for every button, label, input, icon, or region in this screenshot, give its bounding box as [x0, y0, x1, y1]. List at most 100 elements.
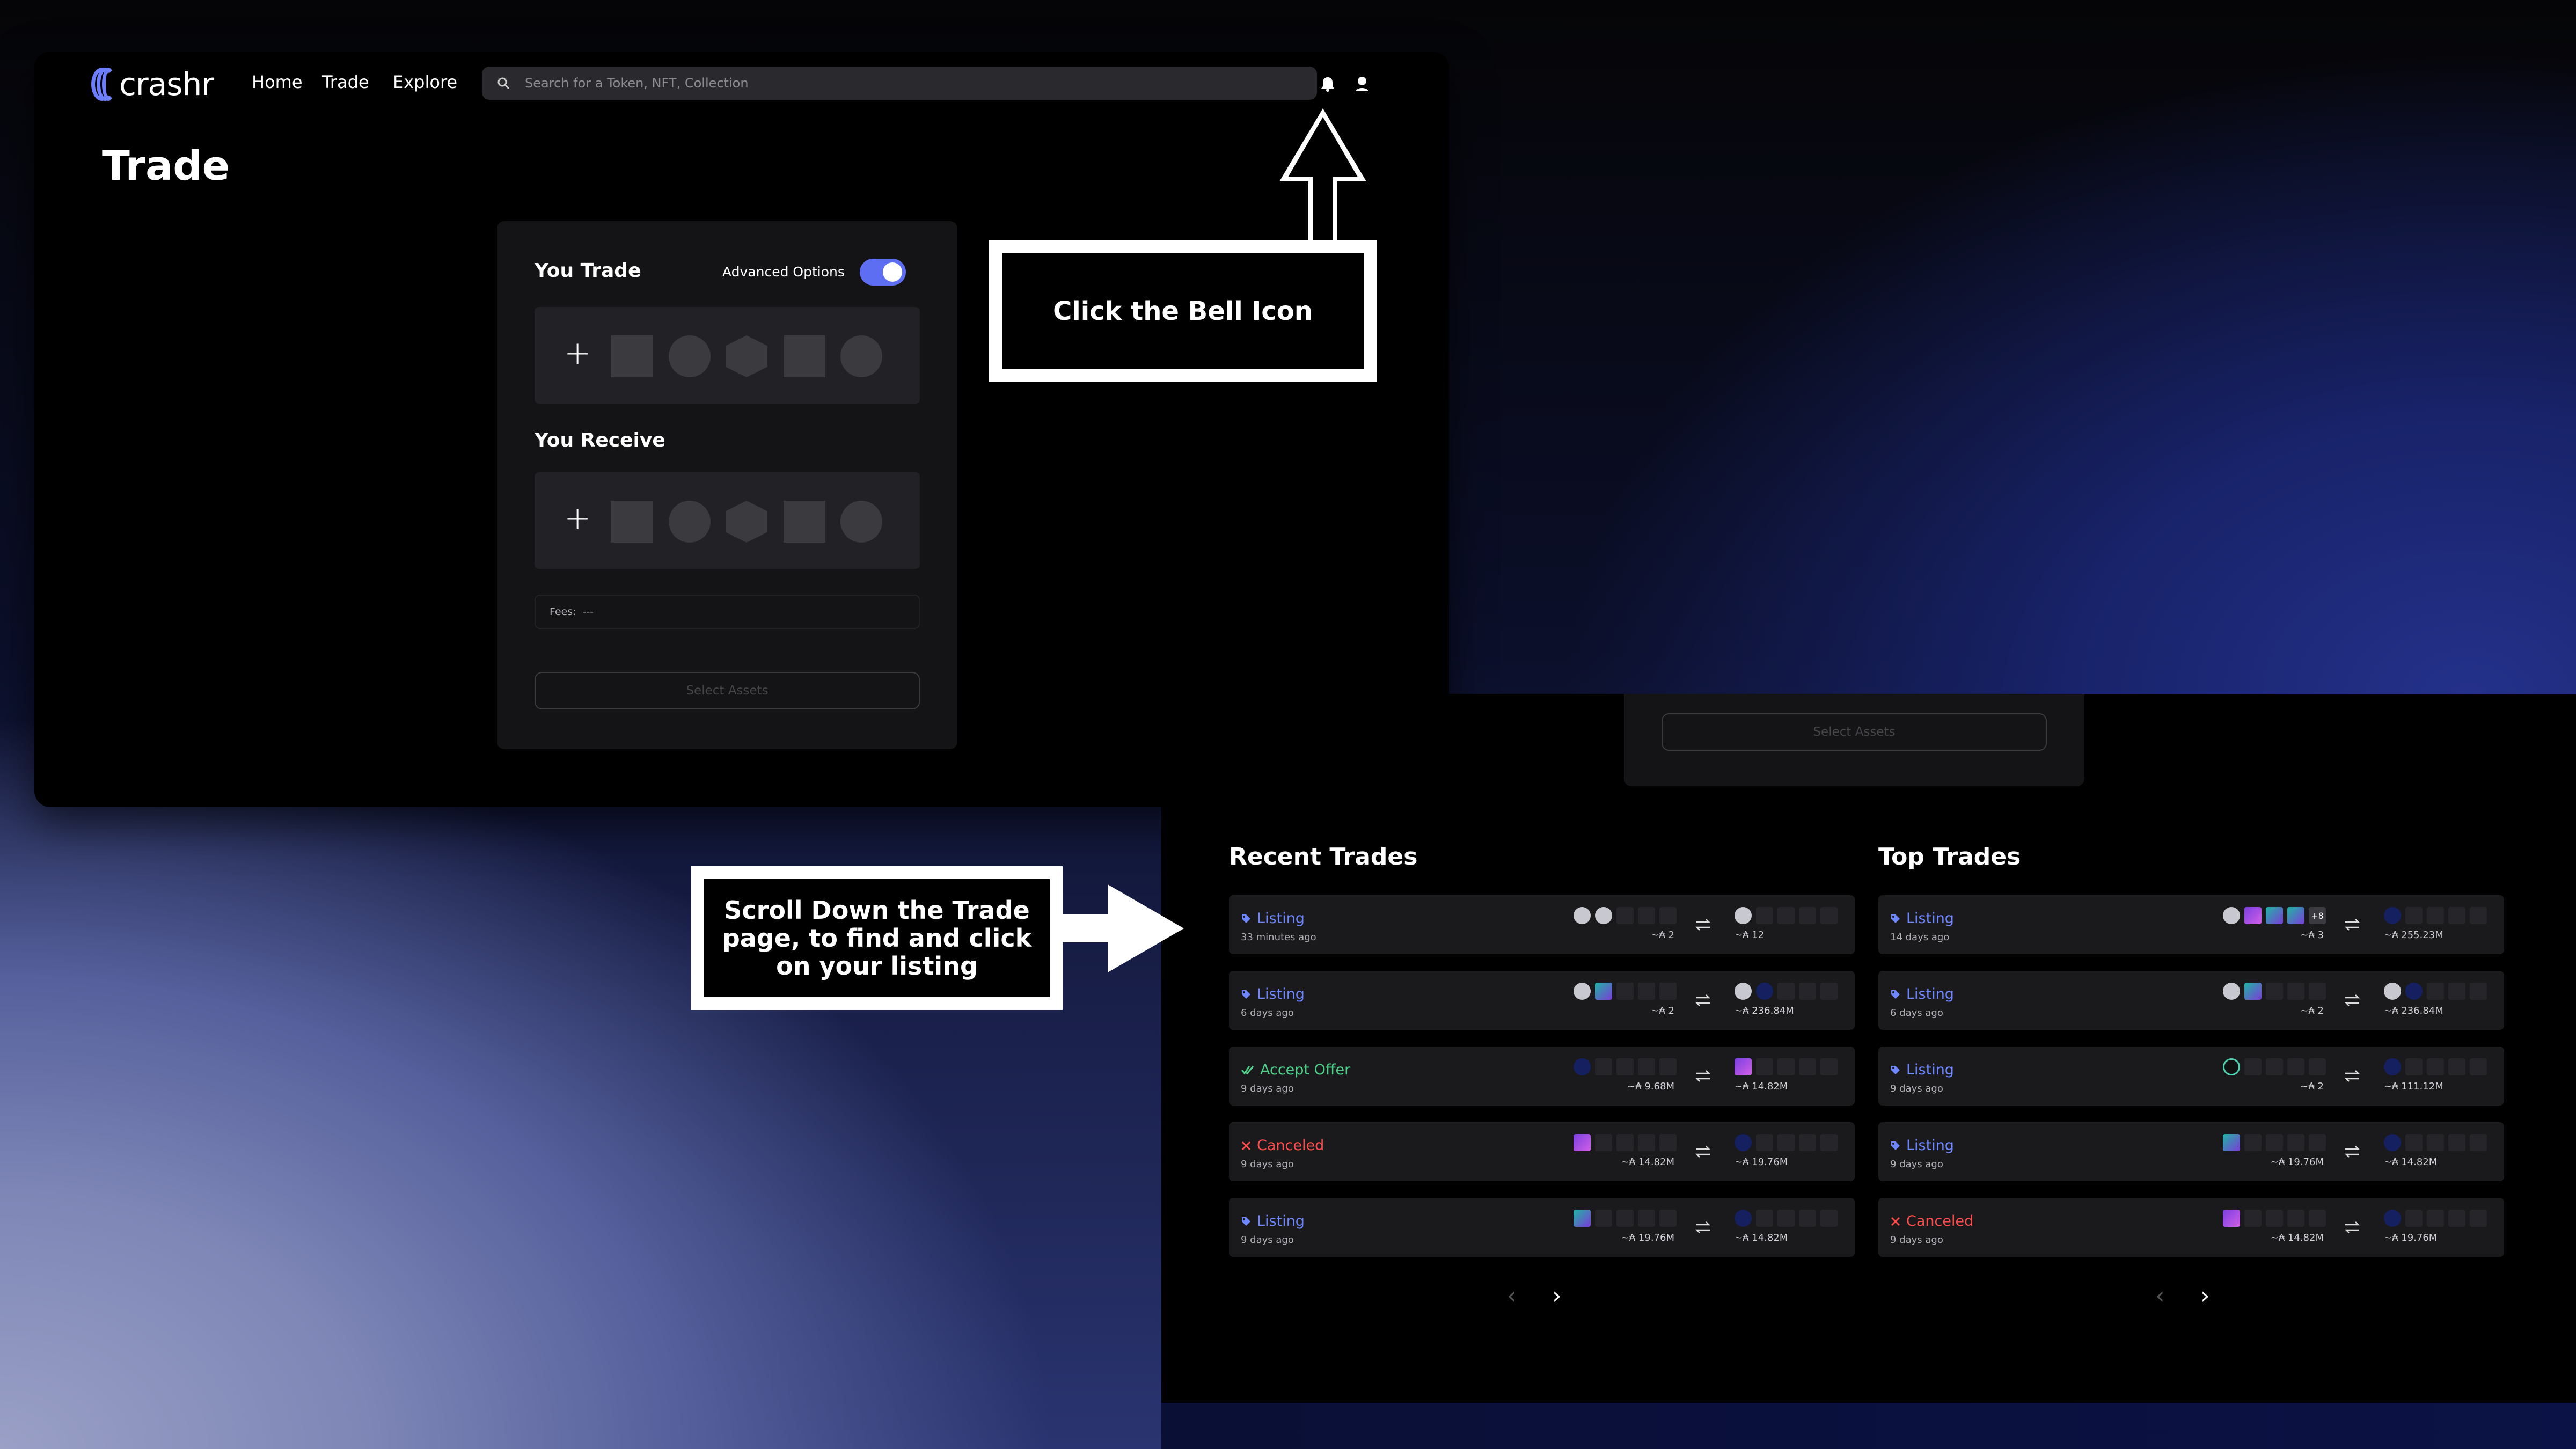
asset-thumb [1756, 983, 1773, 1000]
received-assets [1735, 1058, 1838, 1075]
swap-icon [2344, 994, 2360, 1006]
asset-thumb [2244, 1210, 2262, 1227]
trade-row[interactable]: Listing 6 days ago ~₳ 2 ~₳ 236.84M [1229, 971, 1855, 1030]
asset-thumb [2405, 1134, 2423, 1151]
trade-row[interactable]: Canceled 9 days ago ~₳ 14.82M ~₳ 19.76M [1878, 1198, 2504, 1257]
you-receive-slot[interactable]: + [535, 472, 920, 569]
trade-time: 6 days ago [1890, 1007, 1943, 1019]
asset-thumb [1595, 983, 1612, 1000]
trade-status-label: Accept Offer [1260, 1062, 1351, 1078]
top-next-icon[interactable]: › [2200, 1282, 2210, 1309]
recent-next-icon[interactable]: › [1552, 1282, 1562, 1309]
asset-thumb [1595, 1134, 1612, 1151]
trade-row[interactable]: Accept Offer 9 days ago ~₳ 9.68M ~₳ 14.82M [1229, 1046, 1855, 1106]
trade-card-bottom: Select Assets [1624, 694, 2084, 786]
given-assets [1574, 983, 1677, 1000]
asset-thumb [1799, 1210, 1816, 1227]
asset-placeholder [840, 501, 882, 543]
asset-thumb [1595, 1058, 1612, 1075]
asset-placeholder [726, 501, 767, 543]
search-bar[interactable] [482, 67, 1317, 100]
asset-thumb [2448, 1058, 2465, 1075]
trade-row[interactable]: Listing 33 minutes ago ~₳ 2 ~₳ 12 [1229, 895, 1855, 954]
given-assets [1574, 1210, 1677, 1227]
asset-thumb [1638, 983, 1655, 1000]
swap-icon [1695, 1146, 1711, 1158]
nav-explore[interactable]: Explore [393, 72, 457, 92]
crashr-logo[interactable]: crashr [91, 65, 214, 103]
given-amount: ~₳ 19.76M [2270, 1157, 2324, 1168]
asset-thumb [1756, 1134, 1773, 1151]
you-trade-slot[interactable]: + [535, 307, 920, 404]
nav-trade[interactable]: Trade [322, 72, 369, 92]
recent-prev-icon[interactable]: ‹ [1507, 1282, 1517, 1309]
trade-time: 6 days ago [1241, 1007, 1294, 1019]
x-icon [1890, 1216, 1901, 1227]
asset-thumb [2287, 1210, 2304, 1227]
asset-thumb [2384, 983, 2401, 1000]
asset-thumb [2287, 1058, 2304, 1075]
received-assets [2384, 1058, 2487, 1075]
received-amount: ~₳ 236.84M [1735, 1005, 1794, 1016]
asset-thumb [2470, 907, 2487, 924]
given-amount: ~₳ 3 [2300, 930, 2324, 941]
trade-status-label: Listing [1906, 986, 1954, 1002]
trade-row[interactable]: Listing 9 days ago ~₳ 2 ~₳ 111.12M [1878, 1046, 2504, 1106]
fees-value: --- [582, 606, 594, 618]
received-amount: ~₳ 111.12M [2384, 1081, 2443, 1092]
asset-thumb [2287, 983, 2304, 1000]
trade-row[interactable]: Listing 6 days ago ~₳ 2 ~₳ 236.84M [1878, 971, 2504, 1030]
asset-thumb [1820, 1134, 1838, 1151]
tag-icon [1890, 1140, 1901, 1151]
given-assets [1574, 1134, 1677, 1151]
trade-row[interactable]: Canceled 9 days ago ~₳ 14.82M ~₳ 19.76M [1229, 1122, 1855, 1181]
asset-thumb [1756, 1058, 1773, 1075]
received-amount: ~₳ 14.82M [1735, 1081, 1788, 1092]
advanced-options-toggle[interactable] [860, 259, 906, 286]
trade-status-label: Listing [1257, 910, 1305, 927]
received-assets [1735, 983, 1838, 1000]
trade-row[interactable]: Listing 14 days ago +8 ~₳ 3 ~₳ 255.23M [1878, 895, 2504, 954]
trade-status-label: Listing [1257, 986, 1305, 1002]
received-assets [2384, 1134, 2487, 1151]
more-assets-count: +8 [2311, 910, 2324, 921]
bell-icon[interactable] [1317, 73, 1338, 94]
asset-thumb [1659, 1058, 1677, 1075]
asset-placeholder [611, 501, 653, 543]
trade-status: Listing [1890, 910, 1954, 927]
select-assets-button[interactable]: Select Assets [535, 672, 920, 709]
received-assets [1735, 907, 1838, 924]
recent-trades-title: Recent Trades [1229, 843, 1418, 870]
asset-thumb [2448, 983, 2465, 1000]
trade-time: 9 days ago [1890, 1083, 1943, 1094]
trade-status: Listing [1241, 910, 1305, 927]
asset-thumb [1777, 1210, 1795, 1227]
given-amount: ~₳ 9.68M [1627, 1081, 1674, 1092]
trade-row[interactable]: Listing 9 days ago ~₳ 19.76M ~₳ 14.82M [1229, 1198, 1855, 1257]
asset-thumb [2266, 1058, 2283, 1075]
trade-time: 33 minutes ago [1241, 932, 1316, 943]
asset-thumb [2384, 1134, 2401, 1151]
asset-thumb [2470, 1058, 2487, 1075]
add-trade-asset-icon[interactable]: + [564, 337, 591, 369]
select-assets-button[interactable]: Select Assets [1662, 713, 2047, 751]
search-input[interactable] [525, 76, 1223, 91]
top-prev-icon[interactable]: ‹ [2155, 1282, 2165, 1309]
asset-thumb [1820, 907, 1838, 924]
search-icon [496, 76, 511, 91]
trade-row[interactable]: Listing 9 days ago ~₳ 19.76M ~₳ 14.82M [1878, 1122, 2504, 1181]
user-icon[interactable] [1351, 73, 1373, 94]
add-receive-asset-icon[interactable]: + [564, 502, 591, 535]
trade-time: 9 days ago [1890, 1234, 1943, 1246]
asset-thumb [1735, 907, 1752, 924]
nav-home[interactable]: Home [252, 72, 303, 92]
asset-thumb [2384, 1210, 2401, 1227]
advanced-options-label: Advanced Options [722, 264, 845, 280]
swap-icon [1695, 1221, 1711, 1233]
asset-thumb [2287, 907, 2304, 924]
asset-thumb [1595, 907, 1612, 924]
asset-thumb [1659, 1134, 1677, 1151]
trade-status-label: Listing [1257, 1213, 1305, 1230]
given-assets: +8 [2223, 907, 2326, 924]
asset-thumb [2223, 1210, 2240, 1227]
